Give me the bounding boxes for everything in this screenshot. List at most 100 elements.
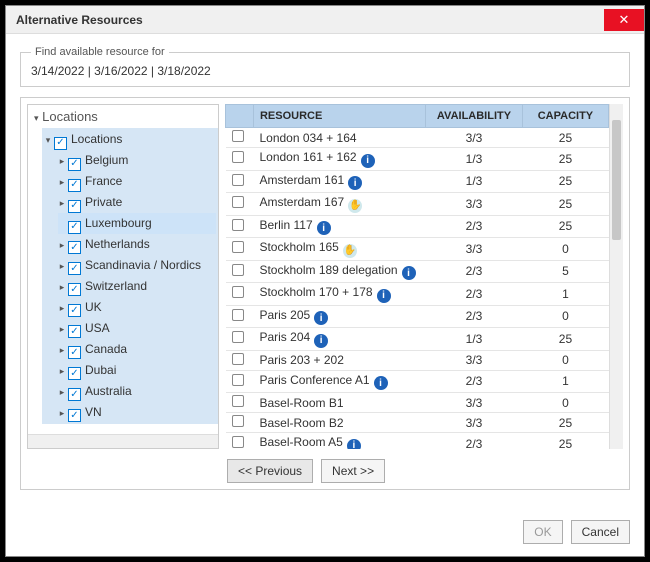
checkbox[interactable] [68,179,81,192]
tree-root[interactable]: Locations BelgiumFrancePrivateLuxembourg… [42,128,218,424]
ok-button[interactable]: OK [523,520,562,544]
table-row[interactable]: Stockholm 189 delegationi2/35 [226,260,609,283]
col-availability[interactable]: AVAILABILITY [426,105,523,128]
row-checkbox[interactable] [232,353,244,365]
row-checkbox[interactable] [232,241,244,253]
row-checkbox[interactable] [232,264,244,276]
vertical-scrollbar[interactable] [609,104,623,449]
checkbox[interactable] [68,221,81,234]
tree-item[interactable]: USA [58,318,216,339]
caret-icon[interactable] [58,193,66,213]
info-icon[interactable]: i [374,376,388,390]
tree-item[interactable]: Canada [58,339,216,360]
checkbox[interactable] [68,346,81,359]
table-row[interactable]: Basel-Room B23/325 [226,413,609,433]
row-checkbox[interactable] [232,331,244,343]
previous-button[interactable]: << Previous [227,459,313,483]
caret-icon[interactable] [58,298,66,318]
checkbox[interactable] [68,200,81,213]
row-checkbox[interactable] [232,436,244,448]
row-checkbox[interactable] [232,196,244,208]
row-checkbox[interactable] [232,174,244,186]
caret-icon[interactable] [58,151,66,171]
close-button[interactable]: ✕ [604,9,644,31]
table-row[interactable]: London 161 + 162i1/325 [226,148,609,171]
scroll-thumb[interactable] [612,120,621,240]
checkbox[interactable] [68,325,81,338]
row-checkbox[interactable] [232,395,244,407]
info-icon[interactable]: i [314,334,328,348]
table-row[interactable]: Paris 204i1/325 [226,328,609,351]
table-row[interactable]: Amsterdam 161i1/325 [226,170,609,193]
tree-item[interactable]: Belgium [58,150,216,171]
tree-item[interactable]: France [58,171,216,192]
checkbox[interactable] [54,137,67,150]
info-icon[interactable]: i [348,176,362,190]
table-row[interactable]: Basel-Room A5i2/325 [226,433,609,450]
tree-item[interactable]: Dubai [58,360,216,381]
hand-icon[interactable]: ✋ [343,244,357,258]
tree-item[interactable]: Australia [58,381,216,402]
caret-icon[interactable] [58,235,66,255]
row-checkbox[interactable] [232,309,244,321]
titlebar: Alternative Resources ✕ [6,6,644,34]
table-row[interactable]: Paris 203 + 2023/30 [226,350,609,370]
collapse-icon[interactable] [34,109,39,124]
info-icon[interactable]: i [361,154,375,168]
info-icon[interactable]: i [402,266,416,280]
checkbox[interactable] [68,367,81,380]
table-row[interactable]: London 034 + 1643/325 [226,128,609,148]
checkbox[interactable] [68,158,81,171]
info-icon[interactable]: i [347,439,361,450]
caret-icon[interactable] [58,340,66,360]
caret-icon[interactable] [58,361,66,381]
tree-item-label: Belgium [85,153,128,167]
caret-icon[interactable] [58,319,66,339]
col-capacity[interactable]: CAPACITY [522,105,608,128]
caret-icon[interactable] [44,130,52,150]
table-row[interactable]: Paris Conference A1i2/31 [226,370,609,393]
tree-item[interactable]: Scandinavia / Nordics [58,255,216,276]
caret-icon[interactable] [58,382,66,402]
tree-item[interactable]: UK [58,297,216,318]
row-checkbox[interactable] [232,151,244,163]
tree-item[interactable]: Switzerland [58,276,216,297]
checkbox[interactable] [68,409,81,422]
row-checkbox[interactable] [232,374,244,386]
caret-icon[interactable] [58,172,66,192]
table-row[interactable]: Basel-Room B13/30 [226,393,609,413]
table-row[interactable]: Stockholm 165✋3/30 [226,238,609,261]
table-row[interactable]: Stockholm 170 + 178i2/31 [226,283,609,306]
tree-item[interactable]: Private [58,192,216,213]
checkbox[interactable] [68,262,81,275]
checkbox[interactable] [68,241,81,254]
table-row[interactable]: Paris 205i2/30 [226,305,609,328]
col-resource[interactable]: RESOURCE [253,105,425,128]
row-checkbox[interactable] [232,415,244,427]
resource-table-wrap: RESOURCE AVAILABILITY CAPACITY London 03… [225,104,623,449]
table-row[interactable]: Amsterdam 167✋3/325 [226,193,609,216]
row-checkbox[interactable] [232,219,244,231]
next-button[interactable]: Next >> [321,459,385,483]
tree-item[interactable]: Luxembourg [58,213,216,234]
content-area: Find available resource for 3/14/2022 | … [6,34,644,500]
hand-icon[interactable]: ✋ [348,199,362,213]
checkbox[interactable] [68,304,81,317]
caret-icon[interactable] [58,403,66,423]
info-icon[interactable]: i [317,221,331,235]
row-checkbox[interactable] [232,130,244,142]
info-icon[interactable]: i [314,311,328,325]
table-row[interactable]: Berlin 117i2/325 [226,215,609,238]
cancel-button[interactable]: Cancel [571,520,630,544]
tree-item[interactable]: VN [58,402,216,423]
capacity-cell: 0 [522,393,608,413]
caret-icon[interactable] [58,256,66,276]
info-icon[interactable]: i [377,289,391,303]
caret-icon[interactable] [58,277,66,297]
horizontal-scrollbar[interactable] [28,434,218,448]
locations-tree[interactable]: Locations Locations BelgiumFrancePrivate… [27,104,219,449]
row-checkbox[interactable] [232,286,244,298]
tree-item[interactable]: Netherlands [58,234,216,255]
checkbox[interactable] [68,283,81,296]
checkbox[interactable] [68,388,81,401]
